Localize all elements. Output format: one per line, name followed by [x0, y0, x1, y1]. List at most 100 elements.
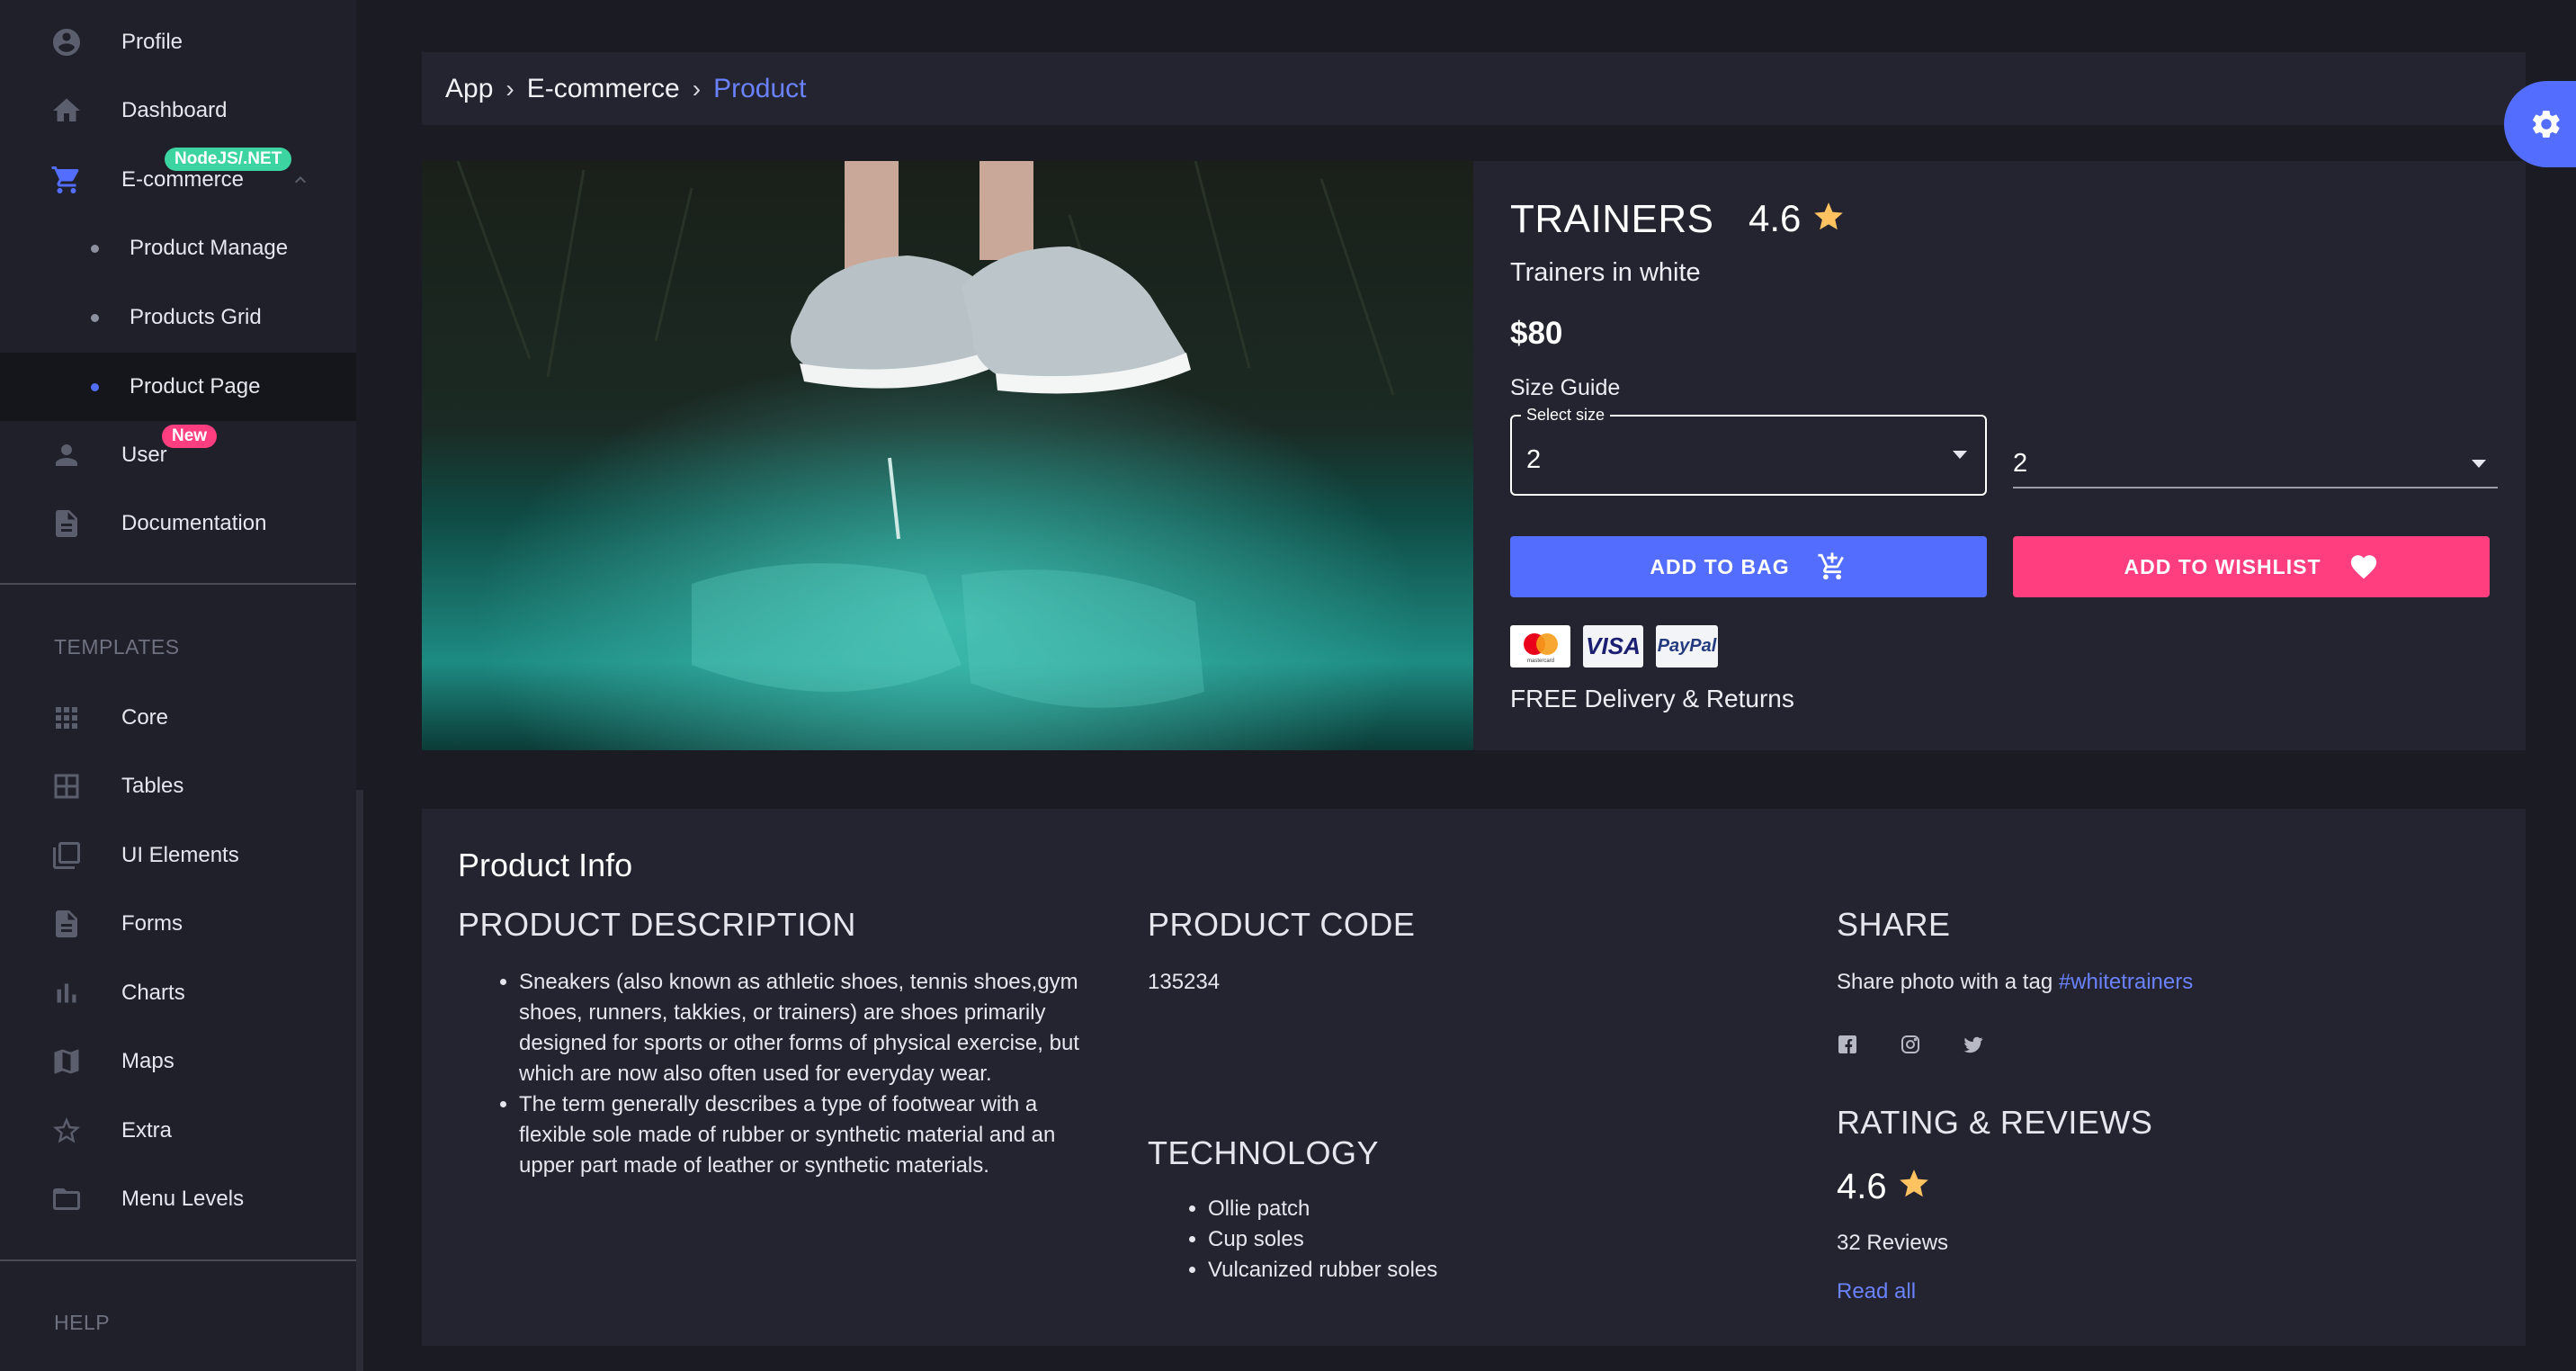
breadcrumb: App › E-commerce › Product	[422, 52, 2526, 125]
sidebar-item-label: Products Grid	[130, 305, 262, 329]
folder-icon	[50, 1183, 83, 1215]
new-badge: New	[162, 425, 218, 448]
sidebar-divider	[0, 1259, 356, 1261]
sidebar-item-extra[interactable]: Extra	[0, 1097, 356, 1165]
sidebar-item-core[interactable]: Core	[0, 684, 356, 752]
sidebar-item-label: Menu Levels	[121, 1187, 245, 1211]
product-price: $80	[1510, 316, 1563, 351]
product-code-value: 135234	[1148, 970, 1221, 994]
sidebar-item-ui-elements[interactable]: UI Elements	[0, 821, 356, 890]
add-to-bag-button[interactable]: ADD TO BAG	[1510, 536, 1987, 597]
sidebar-item-maps[interactable]: Maps	[0, 1027, 356, 1096]
add-to-bag-label: ADD TO BAG	[1650, 554, 1790, 578]
sidebar-item-label: E-commerce	[121, 167, 245, 192]
size-select-value: 2	[1526, 445, 1542, 474]
sidebar-item-label: Extra	[121, 1118, 173, 1142]
product-rating: 4.6	[1749, 197, 1802, 239]
instagram-icon[interactable]	[1900, 1034, 1921, 1055]
mastercard-icon: mastercard	[1510, 625, 1570, 668]
description-list: Sneakers (also known as athletic shoes, …	[492, 967, 1086, 1181]
read-all-link[interactable]: Read all	[1837, 1277, 1916, 1307]
templates-heading: TEMPLATES	[54, 635, 180, 659]
chevron-right-icon: ›	[505, 74, 514, 103]
sidebar: Profile Dashboard E-commerce NodeJS/.NET…	[0, 0, 356, 1371]
sidebar-item-user[interactable]: User New	[0, 421, 356, 489]
map-icon	[50, 1045, 83, 1078]
bullet-dot-icon	[91, 313, 99, 322]
list-item: The term generally describes a type of f…	[519, 1089, 1086, 1181]
size-guide-label: Size Guide	[1510, 375, 1621, 400]
sidebar-item-label: UI Elements	[121, 843, 239, 867]
chevron-up-icon[interactable]	[290, 169, 311, 191]
grid-icon	[50, 702, 83, 734]
sidebar-item-product-manage[interactable]: Product Manage	[0, 214, 356, 282]
breadcrumb-app[interactable]: App	[445, 74, 493, 104]
sidebar-item-menu-levels[interactable]: Menu Levels	[0, 1165, 356, 1233]
breadcrumb-product: Product	[713, 73, 807, 103]
facebook-icon[interactable]	[1837, 1034, 1858, 1055]
size-select[interactable]: Select size 2	[1510, 406, 1987, 496]
sidebar-divider	[0, 583, 356, 585]
sidebar-item-products-grid[interactable]: Products Grid	[0, 283, 356, 352]
sidebar-item-forms[interactable]: Forms	[0, 890, 356, 958]
share-tag-link[interactable]: #whitetrainers	[2059, 970, 2193, 994]
product-info-title: Product Info	[458, 847, 633, 883]
list-item: Ollie patch	[1208, 1194, 1631, 1224]
quantity-select-value: 2	[2013, 449, 2028, 478]
sidebar-item-label: Product Page	[130, 374, 261, 399]
list-item: Sneakers (also known as athletic shoes, …	[519, 967, 1086, 1089]
star-icon	[1900, 1169, 1928, 1197]
sidebar-item-label: Charts	[121, 981, 185, 1005]
settings-button[interactable]	[2504, 81, 2576, 167]
bullet-dot-icon	[91, 244, 99, 253]
share-heading: SHARE	[1837, 906, 1951, 943]
dropdown-arrow-icon	[1953, 451, 1967, 459]
person-icon	[50, 439, 83, 471]
cart-icon	[1818, 552, 1844, 580]
paypal-text: PayPal	[1657, 636, 1717, 656]
sidebar-item-label: Profile	[121, 30, 183, 54]
quantity-select[interactable]: 2	[2013, 438, 2498, 488]
select-size-label: Select size	[1521, 406, 1611, 425]
reviews-rating: 4.6	[1837, 1167, 1887, 1206]
product-image	[422, 161, 1473, 750]
technology-heading: TECHNOLOGY	[1148, 1134, 1380, 1171]
table-icon	[50, 770, 83, 802]
product-info-card: Product Info PRODUCT DESCRIPTION Sneaker…	[422, 809, 2526, 1346]
sidebar-item-product-page[interactable]: Product Page	[0, 353, 356, 421]
add-to-wishlist-label: ADD TO WISHLIST	[2124, 554, 2321, 578]
sidebar-item-ecommerce[interactable]: E-commerce NodeJS/.NET	[0, 146, 356, 214]
home-icon	[50, 94, 83, 127]
bullet-dot-icon	[91, 382, 99, 391]
sidebar-item-label: Forms	[121, 911, 183, 936]
visa-icon: VISA	[1583, 625, 1643, 668]
sidebar-item-charts[interactable]: Charts	[0, 959, 356, 1027]
description-heading: PRODUCT DESCRIPTION	[458, 906, 856, 943]
sidebar-item-tables[interactable]: Tables	[0, 752, 356, 820]
star-icon	[1814, 202, 1843, 230]
rating-reviews-heading: RATING & REVIEWS	[1837, 1104, 2153, 1141]
dropdown-arrow-icon	[2472, 460, 2486, 468]
gear-icon	[2533, 111, 2560, 138]
twitter-icon[interactable]	[1963, 1034, 1984, 1055]
product-title: TRAINERS	[1510, 197, 1714, 241]
delivery-text: FREE Delivery & Returns	[1510, 685, 1794, 712]
sidebar-item-label: Documentation	[121, 511, 267, 535]
reviews-count: 32 Reviews	[1837, 1231, 1949, 1255]
mastercard-text: mastercard	[1526, 659, 1553, 664]
product-subtitle: Trainers in white	[1510, 258, 1701, 287]
paypal-icon: PayPal	[1656, 625, 1718, 668]
sidebar-item-label: Tables	[121, 774, 184, 798]
visa-text: VISA	[1586, 632, 1641, 659]
sidebar-item-profile[interactable]: Profile	[0, 8, 356, 76]
nodejs-badge: NodeJS/.NET	[165, 148, 292, 171]
sidebar-item-dashboard[interactable]: Dashboard	[0, 76, 356, 145]
sidebar-item-documentation[interactable]: Documentation	[0, 489, 356, 558]
share-text-line: Share photo with a tag #whitetrainers	[1837, 967, 2193, 998]
sidebar-scrollbar[interactable]	[356, 790, 363, 1371]
sidebar-item-label: User	[121, 443, 167, 467]
share-text: Share photo with a tag	[1837, 970, 2053, 994]
heart-icon	[2350, 555, 2376, 579]
add-to-wishlist-button[interactable]: ADD TO WISHLIST	[2013, 536, 2490, 597]
breadcrumb-ecommerce[interactable]: E-commerce	[527, 74, 680, 104]
